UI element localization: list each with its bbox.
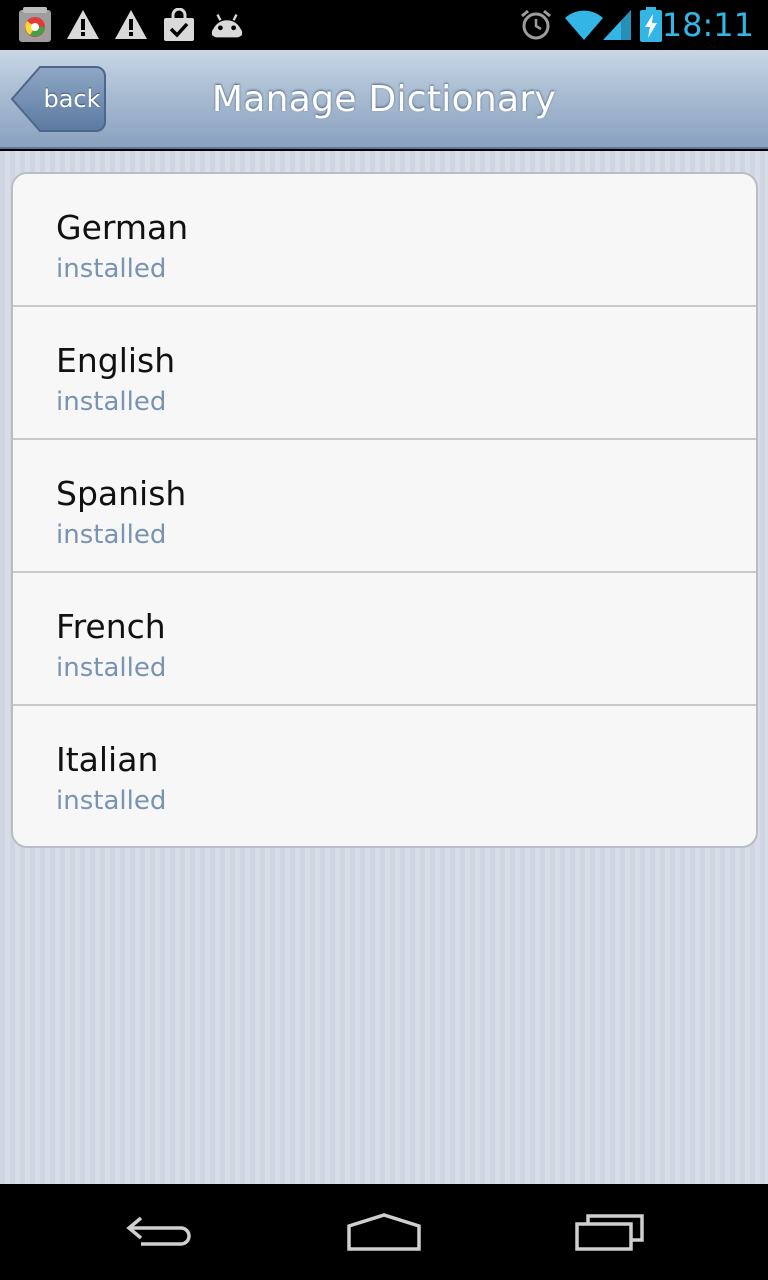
back-nav-button[interactable] bbox=[100, 1194, 220, 1270]
list-item-english[interactable]: English installed bbox=[13, 307, 756, 440]
dictionary-list: German installed English installed Spani… bbox=[11, 172, 758, 848]
dictionary-status: installed bbox=[56, 254, 167, 284]
wifi-icon bbox=[564, 7, 604, 43]
list-item-italian[interactable]: Italian installed bbox=[13, 706, 756, 839]
dictionary-status: installed bbox=[56, 387, 167, 417]
list-item-french[interactable]: French installed bbox=[13, 573, 756, 706]
alarm-icon bbox=[518, 7, 554, 43]
home-nav-icon bbox=[347, 1213, 421, 1251]
clock: 18:11 bbox=[661, 6, 754, 44]
content-area: German installed English installed Spani… bbox=[0, 151, 768, 1184]
dictionary-name: English bbox=[56, 341, 176, 380]
dictionary-name: Italian bbox=[56, 740, 159, 779]
navigation-bar bbox=[0, 1184, 768, 1280]
status-bar: 18:11 bbox=[0, 0, 768, 50]
recent-apps-icon bbox=[575, 1214, 644, 1251]
signal-icon bbox=[600, 7, 634, 43]
dictionary-name: French bbox=[56, 607, 166, 646]
dictionary-status: installed bbox=[56, 520, 167, 550]
warning-icon bbox=[65, 7, 101, 43]
dictionary-status: installed bbox=[56, 653, 167, 683]
recent-apps-button[interactable] bbox=[550, 1194, 670, 1270]
action-bar: back Manage Dictionary bbox=[0, 50, 768, 149]
dictionary-name: German bbox=[56, 208, 189, 247]
dictionary-status: installed bbox=[56, 786, 167, 816]
back-nav-icon bbox=[126, 1216, 191, 1246]
home-nav-button[interactable] bbox=[324, 1194, 444, 1270]
page-title: Manage Dictionary bbox=[211, 79, 557, 120]
list-item-spanish[interactable]: Spanish installed bbox=[13, 440, 756, 573]
android-icon bbox=[209, 7, 245, 43]
dictionary-name: Spanish bbox=[56, 474, 187, 513]
app-notification-icon bbox=[17, 7, 53, 43]
warning-icon bbox=[113, 7, 149, 43]
list-item-german[interactable]: German installed bbox=[13, 174, 756, 307]
shopping-bag-icon bbox=[161, 7, 197, 43]
